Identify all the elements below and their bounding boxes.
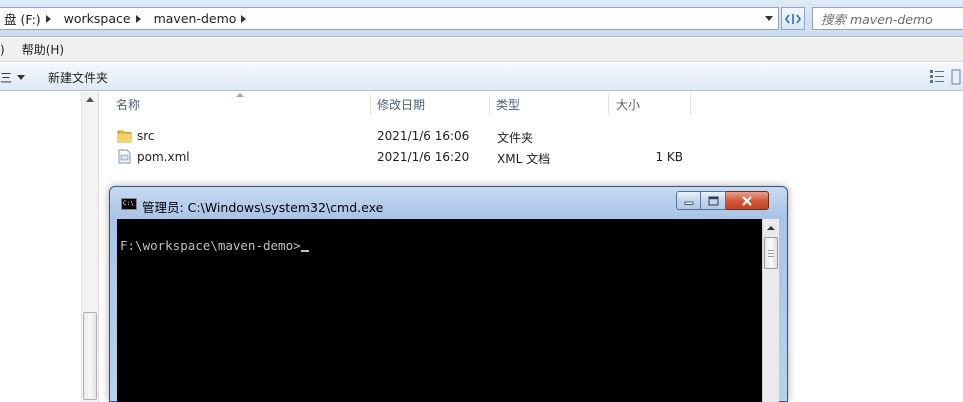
- scroll-up-button[interactable]: [763, 219, 779, 236]
- scroll-thumb[interactable]: [764, 237, 778, 269]
- console-icon[interactable]: C:\: [121, 198, 137, 210]
- command-bar: 三 新建文件夹: [0, 63, 963, 91]
- navigation-scrollbar[interactable]: [81, 92, 98, 402]
- menu-bar: ) 帮助(H): [0, 38, 963, 62]
- column-header-label: 大小: [616, 98, 641, 112]
- file-name: pom.xml: [137, 150, 190, 164]
- new-folder-button[interactable]: 新建文件夹: [48, 63, 108, 91]
- maximize-icon: [708, 196, 718, 205]
- preview-pane-icon[interactable]: [951, 69, 961, 85]
- column-header-size[interactable]: 大小: [610, 92, 690, 117]
- column-divider[interactable]: [690, 94, 691, 115]
- scroll-up-icon[interactable]: [86, 97, 94, 102]
- scroll-thumb[interactable]: [83, 312, 97, 400]
- console-icon-text: C:\: [123, 200, 134, 207]
- refresh-icon: [785, 13, 801, 24]
- organize-button[interactable]: 三: [0, 63, 26, 91]
- chevron-down-icon: [17, 74, 26, 80]
- file-modified: 2021/1/6 16:06: [377, 129, 470, 143]
- cmd-title-bar[interactable]: C:\ 管理员: C:\Windows\system32\cmd.exe: [110, 187, 787, 217]
- column-divider[interactable]: [608, 94, 609, 115]
- console-prompt: F:\workspace\maven-demo>: [120, 238, 301, 253]
- address-bar[interactable]: 盘 (F:) workspace maven-demo: [0, 7, 779, 30]
- text-cursor: [300, 250, 309, 252]
- chevron-down-icon: [765, 16, 773, 21]
- file-row-pom[interactable]: pom.xml 2021/1/6 16:20 XML 文档 1 KB: [100, 147, 963, 168]
- column-header-label: 修改日期: [377, 98, 426, 112]
- file-type: 文件夹: [497, 131, 534, 145]
- grip-line: [768, 250, 774, 251]
- file-size: 1 KB: [655, 150, 683, 164]
- maximize-button[interactable]: [701, 191, 726, 210]
- breadcrumb-arrow-icon[interactable]: [45, 14, 51, 23]
- organize-label: 三: [0, 70, 13, 85]
- minimize-icon: [684, 201, 693, 205]
- breadcrumb-label: workspace: [63, 11, 131, 26]
- sort-ascending-icon: [236, 93, 244, 97]
- scroll-up-icon: [767, 225, 775, 230]
- breadcrumb-arrow-icon[interactable]: [241, 14, 247, 23]
- breadcrumb-drive[interactable]: 盘 (F:): [0, 8, 60, 29]
- folder-icon: [117, 130, 132, 143]
- menu-item-help[interactable]: 帮助(H): [10, 41, 69, 58]
- file-type: XML 文档: [497, 152, 551, 166]
- file-row-src[interactable]: src 2021/1/6 16:06 文件夹: [100, 126, 963, 147]
- menu-item-tools[interactable]: ): [0, 43, 10, 57]
- cmd-window-title: 管理员: C:\Windows\system32\cmd.exe: [142, 200, 384, 215]
- search-input[interactable]: 搜索 maven-demo: [812, 7, 963, 30]
- console-area[interactable]: F:\workspace\maven-demo>: [117, 219, 762, 402]
- xml-file-icon: [118, 149, 131, 164]
- console-prompt-line: F:\workspace\maven-demo>: [120, 238, 309, 253]
- column-header-label: 名称: [116, 98, 141, 112]
- file-name: src: [137, 129, 155, 143]
- minimize-button[interactable]: [676, 191, 701, 210]
- file-modified: 2021/1/6 16:20: [377, 150, 470, 164]
- breadcrumb-label: maven-demo: [153, 11, 237, 26]
- column-header-type[interactable]: 类型: [490, 92, 608, 117]
- navigation-pane[interactable]: [0, 92, 99, 402]
- search-placeholder: 搜索 maven-demo: [821, 12, 933, 27]
- column-header-modified[interactable]: 修改日期: [371, 92, 489, 117]
- close-button[interactable]: [726, 191, 769, 210]
- address-bar-area: 盘 (F:) workspace maven-demo 搜索 maven-dem…: [0, 0, 963, 37]
- address-history-dropdown[interactable]: [760, 8, 778, 29]
- console-scrollbar[interactable]: [762, 219, 779, 402]
- window-controls: [676, 191, 769, 210]
- breadcrumb-maven-demo[interactable]: maven-demo: [150, 8, 256, 29]
- grip-line: [768, 253, 774, 254]
- breadcrumb-workspace[interactable]: workspace: [60, 8, 150, 29]
- grip-line: [768, 256, 774, 257]
- breadcrumb-arrow-icon[interactable]: [135, 14, 141, 23]
- new-folder-label: 新建文件夹: [48, 70, 109, 85]
- cmd-window[interactable]: C:\ 管理员: C:\Windows\system32\cmd.exe F:\…: [109, 186, 788, 402]
- breadcrumb-label: 盘 (F:): [4, 12, 41, 27]
- refresh-button[interactable]: [781, 7, 805, 30]
- close-icon: [742, 195, 752, 206]
- column-header-label: 类型: [496, 98, 521, 112]
- change-view-icon[interactable]: [929, 69, 945, 83]
